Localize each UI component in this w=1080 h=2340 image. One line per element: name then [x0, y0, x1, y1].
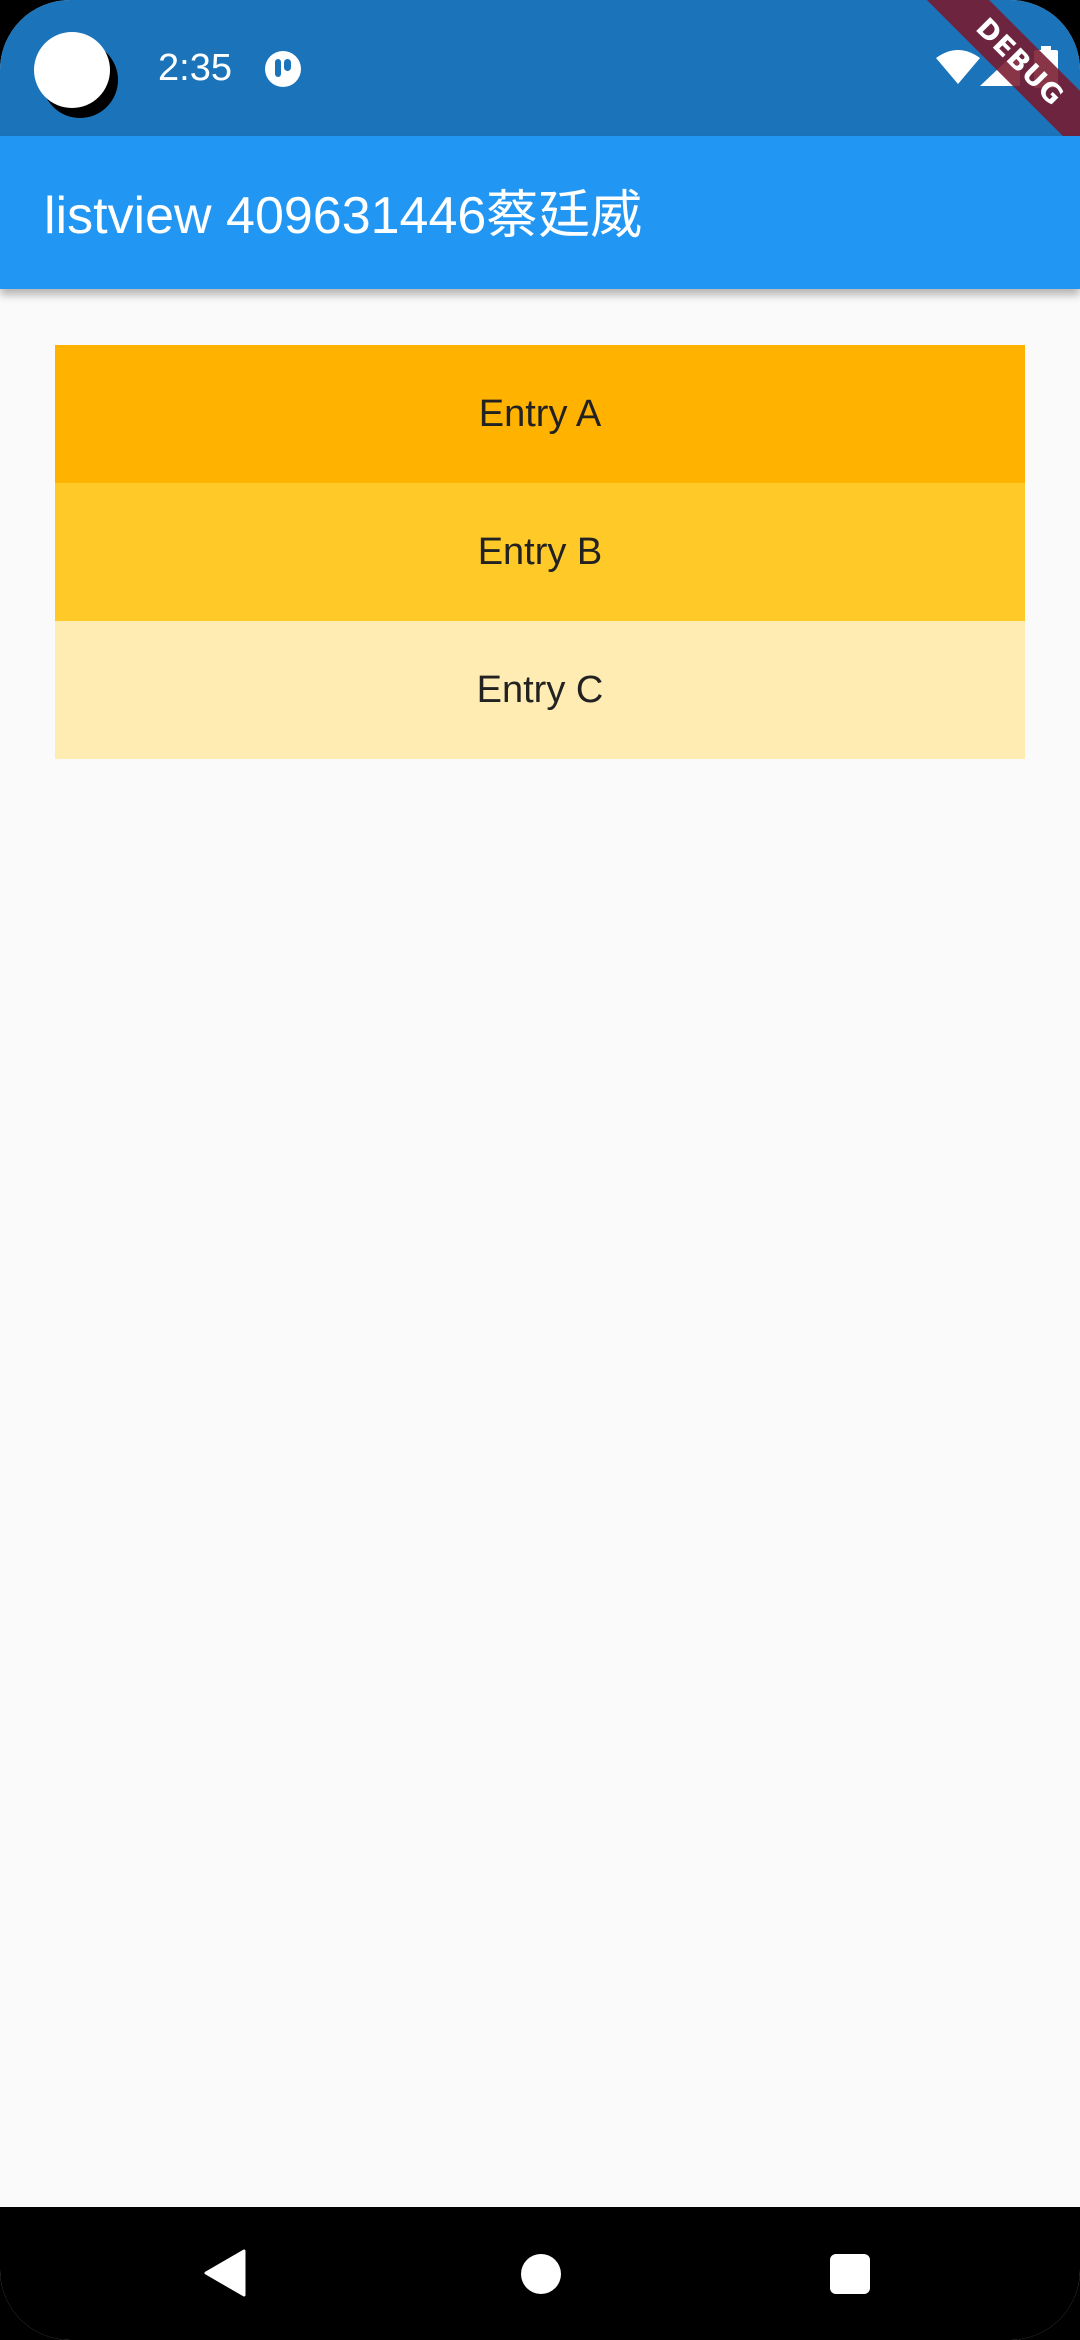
list-item-entry-a[interactable]: Entry A [55, 345, 1025, 483]
phone-screen: 2:35 DEBUG listview 409631446蔡廷威 Entry A [0, 0, 1080, 2340]
list-item-entry-b[interactable]: Entry B [55, 483, 1025, 621]
entry-list: Entry A Entry B Entry C [55, 345, 1025, 759]
recents-icon[interactable] [830, 2254, 870, 2294]
home-icon[interactable] [521, 2254, 561, 2294]
app-bar: listview 409631446蔡廷威 [0, 136, 1080, 289]
list-item-label: Entry B [477, 530, 603, 573]
back-icon[interactable] [204, 2249, 246, 2297]
content-area: Entry A Entry B Entry C [0, 289, 1080, 2207]
wifi-icon [936, 50, 980, 84]
list-item-label: Entry A [478, 392, 602, 435]
status-time: 2:35 [158, 47, 232, 89]
status-bar: 2:35 [0, 0, 1080, 136]
navigation-bar [0, 2207, 1080, 2340]
camera-cutout [34, 32, 110, 108]
list-item-label: Entry C [476, 668, 604, 711]
app-title: listview 409631446蔡廷威 [44, 187, 643, 245]
list-item-entry-c[interactable]: Entry C [55, 621, 1025, 759]
notification-icon [265, 51, 301, 87]
